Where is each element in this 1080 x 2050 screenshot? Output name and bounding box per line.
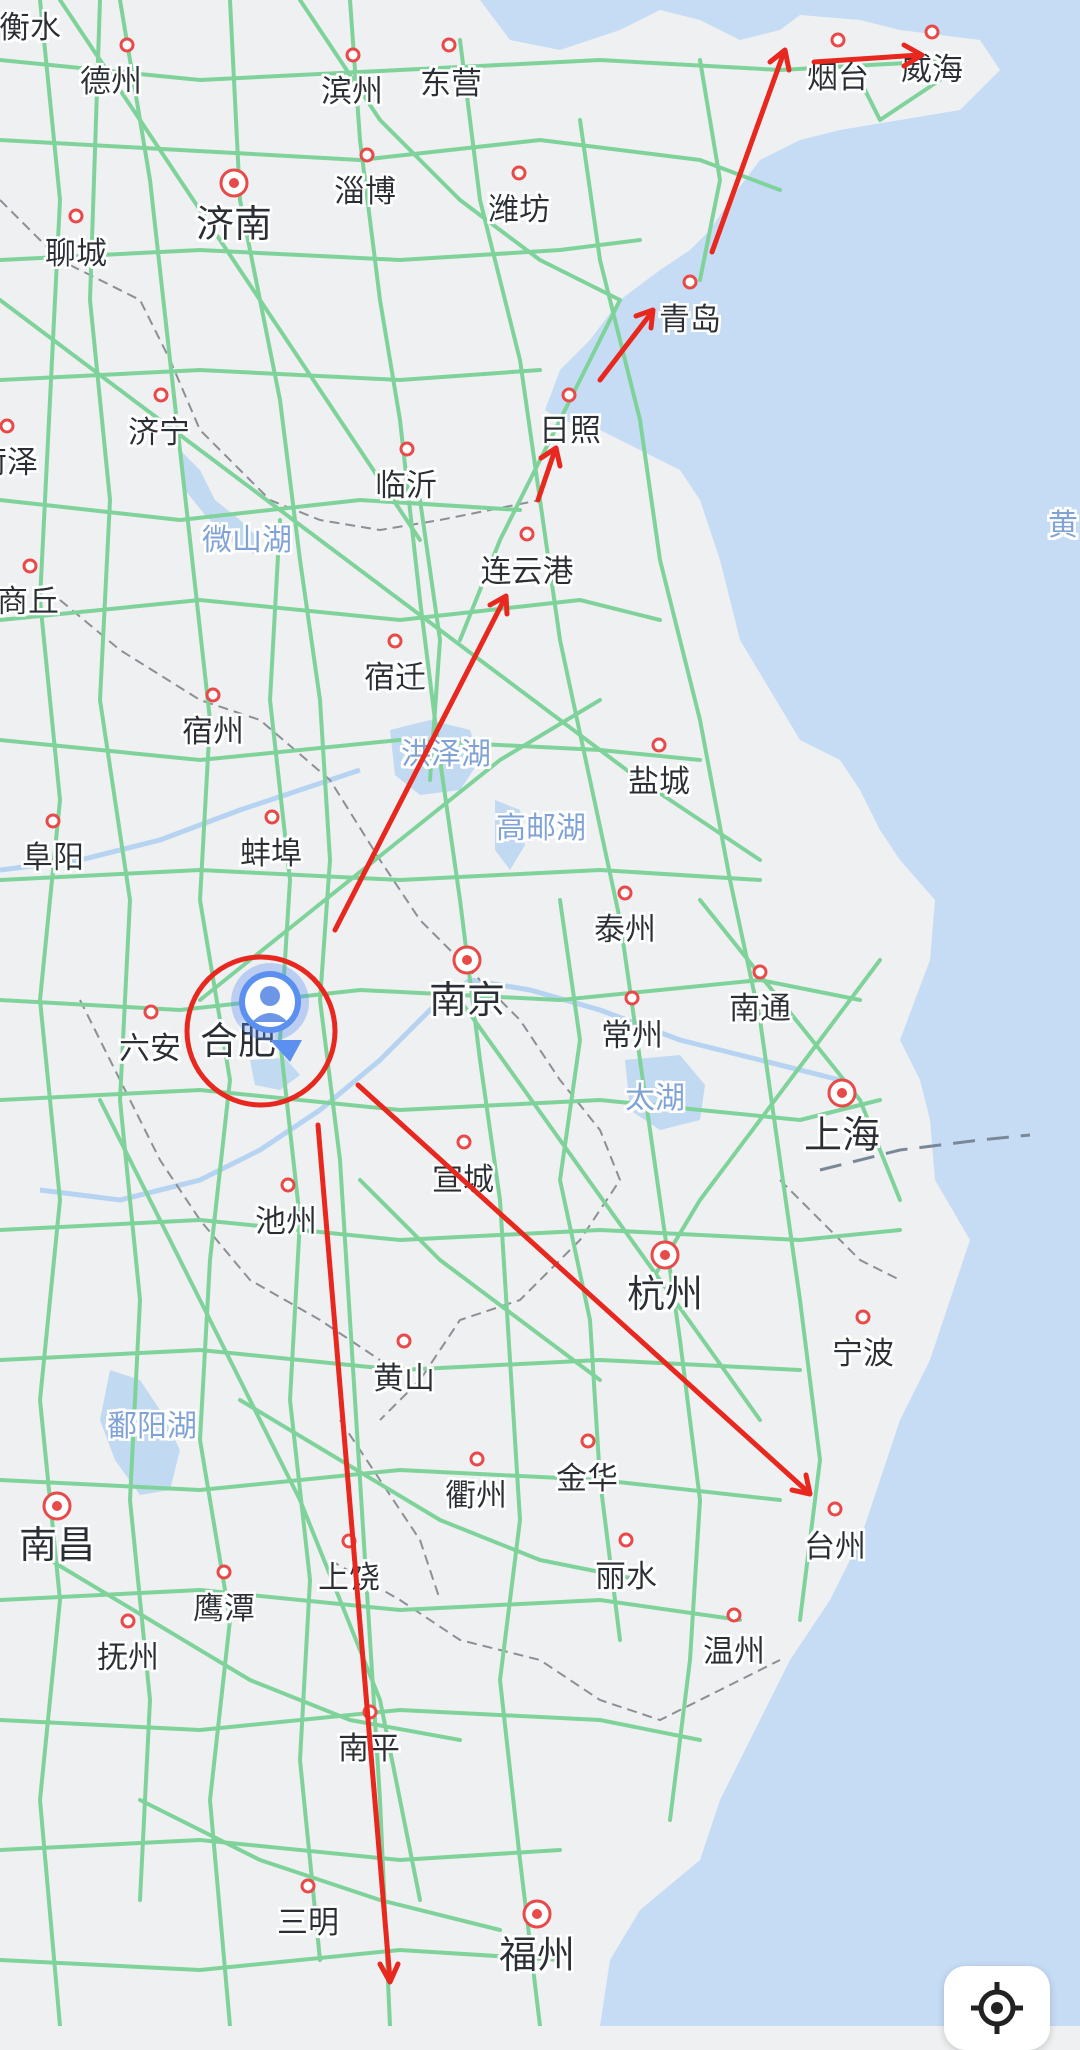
city-label-hangzhou: 杭州 (627, 1272, 703, 1316)
city-label-shangqiu: 商丘 (0, 584, 59, 620)
city-label-yingtan: 鹰潭 (193, 1591, 255, 1627)
city-label-fuzhou-fj: 福州 (499, 1933, 575, 1977)
city-label-linyi: 临沂 (375, 468, 437, 504)
city-label-fuzhou-jx: 抚州 (97, 1640, 159, 1676)
city-label-shanghai: 上海 (804, 1113, 880, 1157)
city-label-yantai: 烟台 (807, 60, 869, 96)
city-label-binzhou: 滨州 (321, 74, 383, 110)
city-label-hengshui: 衡水 (0, 10, 61, 46)
crosshair-locate-icon (971, 1982, 1023, 2034)
map-canvas[interactable]: 微山湖 洪泽湖 高邮湖 太湖 鄱阳湖 黄 衡水 德州 滨州 东营 烟台 威海 济… (0, 0, 1080, 2026)
city-label-nanjing: 南京 (429, 978, 505, 1022)
city-label-jinhua: 金华 (556, 1461, 618, 1497)
city-label-weifang: 潍坊 (488, 192, 550, 228)
city-label-luan: 六安 (119, 1031, 181, 1067)
city-label-chizhou: 池州 (255, 1204, 317, 1240)
city-label-nantong: 南通 (729, 991, 791, 1027)
user-avatar-icon (260, 986, 280, 1006)
city-label-quzhou: 衢州 (445, 1478, 507, 1514)
city-label-dongying: 东营 (420, 66, 482, 102)
city-label-taizhou-js: 泰州 (594, 912, 656, 948)
city-label-dezhou: 德州 (80, 64, 142, 100)
city-label-heze: 菏泽 (0, 445, 38, 481)
city-label-yancheng: 盐城 (628, 764, 690, 800)
city-label-fuyang: 阜阳 (22, 840, 84, 876)
city-label-shangrao: 上饶 (318, 1560, 380, 1596)
city-label-liaocheng: 聊城 (45, 236, 107, 272)
locate-me-button[interactable] (944, 1966, 1050, 2050)
lake-label-poyang: 鄱阳湖 (107, 1409, 197, 1444)
city-label-changzhou: 常州 (601, 1018, 663, 1054)
city-label-qingdao: 青岛 (659, 302, 721, 338)
city-label-bengbu: 蚌埠 (240, 836, 302, 872)
city-label-sanming: 三明 (277, 1905, 339, 1941)
city-label-suzhou-ah: 宿州 (182, 714, 244, 750)
lake-label-weishan: 微山湖 (202, 523, 292, 558)
city-label-lianyungang: 连云港 (481, 554, 574, 590)
city-label-nanchang: 南昌 (19, 1523, 95, 1567)
city-label-rizhao: 日照 (539, 413, 601, 449)
city-label-huangshan: 黄山 (373, 1361, 435, 1397)
city-label-wenzhou: 温州 (703, 1634, 765, 1670)
sea-label: 黄 (1048, 508, 1078, 543)
lake-label-hongze: 洪泽湖 (401, 737, 491, 772)
lake-label-tai: 太湖 (625, 1081, 685, 1116)
city-label-jining: 济宁 (128, 415, 190, 451)
city-label-ningbo: 宁波 (832, 1336, 894, 1372)
city-label-lishui: 丽水 (595, 1559, 657, 1595)
city-label-zibo: 淄博 (334, 174, 396, 210)
lake-label-gaoyou: 高邮湖 (496, 811, 586, 846)
city-label-taizhou-zj: 台州 (804, 1529, 866, 1565)
city-label-suqian: 宿迁 (364, 660, 426, 696)
city-label-jinan: 济南 (196, 202, 272, 246)
